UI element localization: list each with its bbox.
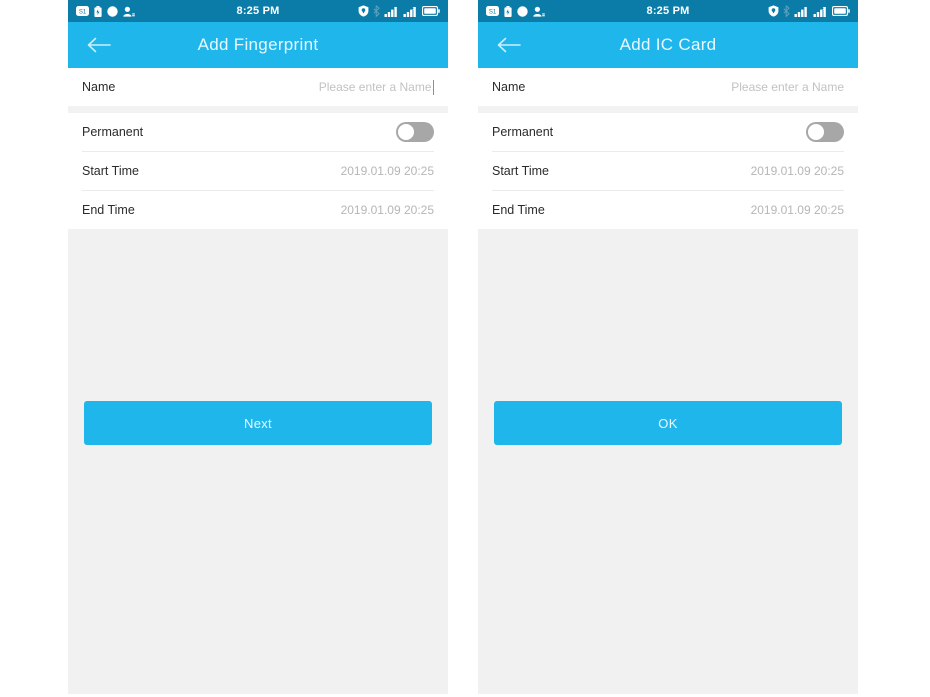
start-time-value: 2019.01.09 20:25 [750,164,844,178]
status-bar: S1 8:25 PM 2 [478,0,858,22]
permanent-label: Permanent [82,125,144,139]
end-time-value: 2019.01.09 20:25 [340,203,434,217]
toggle-knob [808,124,824,140]
phone-screen-add-ic-card: S1 8:25 PM 2 Add IC Card Name Please ent… [478,0,858,697]
sim-icon: S1 [486,6,499,16]
name-input-placeholder: Please enter a Name [731,80,844,94]
sim-icon: S1 [76,6,89,16]
content-body: OK [478,229,858,694]
phone-screen-add-fingerprint: S1 8:25 PM 2 Add Fingerprint Name Please… [68,0,448,697]
permanent-label: Permanent [492,125,554,139]
screenshot-stage: S1 8:25 PM 2 Add Fingerprint Name Please… [0,0,930,697]
toggle-knob [398,124,414,140]
contact-icon [123,6,135,17]
start-time-value: 2019.01.09 20:25 [340,164,434,178]
text-cursor [432,79,434,95]
name-input-placeholder: Please enter a Name [318,80,432,94]
shield-icon [358,5,369,17]
page-title: Add IC Card [619,35,717,54]
status-bar-right-icons: 2 [768,5,850,17]
bluetooth-icon [783,5,790,17]
start-time-label: Start Time [492,164,549,178]
battery-icon [832,6,850,16]
signal-bars-2-icon: 2 [813,6,826,17]
row-permanent[interactable]: Permanent [68,113,448,151]
row-name[interactable]: Name Please enter a Name [478,68,858,106]
bluetooth-icon [373,5,380,17]
battery-icon [422,6,440,16]
circle-icon [107,5,118,17]
status-bar: S1 8:25 PM 2 [68,0,448,22]
permanent-toggle[interactable] [806,122,844,142]
name-label: Name [492,80,526,94]
battery-saver-icon [504,5,512,17]
row-end-time[interactable]: End Time 2019.01.09 20:25 [478,191,858,229]
svg-text:S1: S1 [79,10,87,16]
ok-button[interactable]: OK [494,401,842,445]
title-bar: Add Fingerprint [68,22,448,68]
name-input[interactable]: Please enter a Name [731,80,844,94]
shield-icon [768,5,779,17]
content-body: Next [68,229,448,694]
permanent-toggle[interactable] [396,122,434,142]
status-bar-left-icons: S1 [76,5,135,17]
signal-bars-1-icon [384,6,397,17]
start-time-label: Start Time [82,164,139,178]
status-bar-right-icons: 2 [358,5,440,17]
page-title: Add Fingerprint [197,35,319,54]
circle-icon [517,5,528,17]
row-name[interactable]: Name Please enter a Name [68,68,448,106]
end-time-label: End Time [492,203,545,217]
signal-bars-2-icon: 2 [403,6,416,17]
title-bar: Add IC Card [478,22,858,68]
row-start-time[interactable]: Start Time 2019.01.09 20:25 [68,152,448,190]
next-button[interactable]: Next [84,401,432,445]
section-divider [478,106,858,113]
name-label: Name [82,80,116,94]
signal-bars-1-icon [794,6,807,17]
status-bar-left-icons: S1 [486,5,545,17]
form-area: Name Please enter a Name Permanent Start… [478,68,858,229]
row-start-time[interactable]: Start Time 2019.01.09 20:25 [478,152,858,190]
end-time-value: 2019.01.09 20:25 [750,203,844,217]
row-end-time[interactable]: End Time 2019.01.09 20:25 [68,191,448,229]
row-permanent[interactable]: Permanent [478,113,858,151]
svg-text:S1: S1 [489,10,497,16]
section-divider [68,106,448,113]
contact-icon [533,6,545,17]
form-area: Name Please enter a Name Permanent Start… [68,68,448,229]
battery-saver-icon [94,5,102,17]
end-time-label: End Time [82,203,135,217]
name-input[interactable]: Please enter a Name [318,79,434,95]
